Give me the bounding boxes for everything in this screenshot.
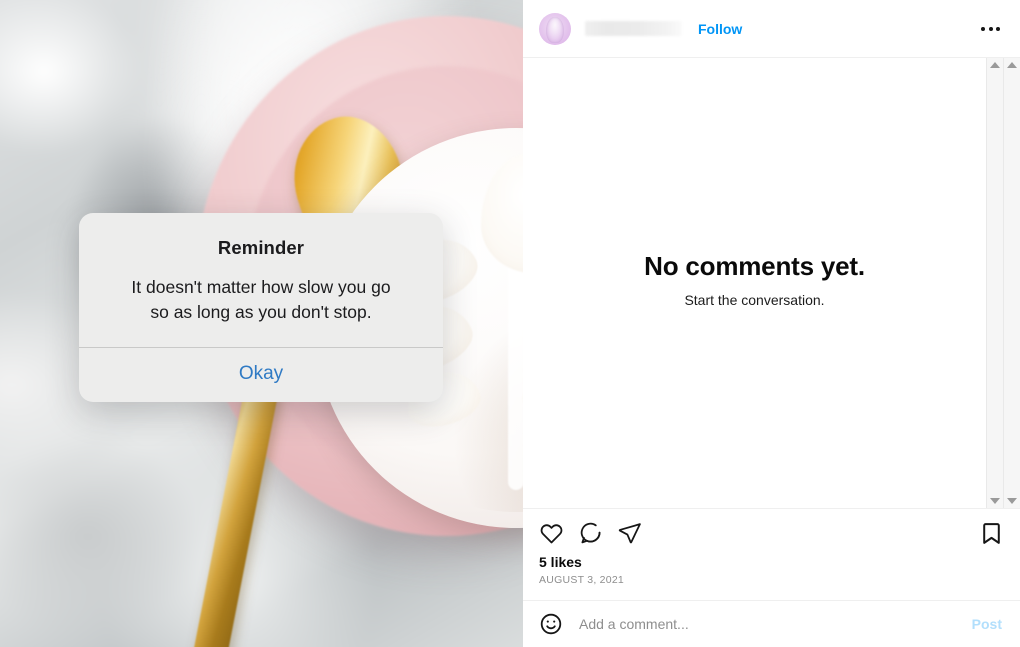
bookmark-icon: [983, 523, 1000, 544]
post-meta: 5 likes AUGUST 3, 2021: [523, 550, 1020, 600]
post-action-bar: [523, 509, 1020, 550]
comment-input[interactable]: [577, 615, 970, 633]
like-button[interactable]: [539, 521, 564, 546]
avatar-figure: [546, 16, 564, 43]
comment-button[interactable]: [578, 521, 603, 546]
post-media[interactable]: Reminder It doesn't matter how slow you …: [0, 0, 523, 647]
scroll-down-arrow-icon[interactable]: [990, 498, 1000, 504]
instagram-post-view: Reminder It doesn't matter how slow you …: [0, 0, 1020, 647]
comment-bubble-icon: [580, 522, 601, 544]
emoji-picker-button[interactable]: [539, 612, 563, 636]
comments-empty-state: No comments yet. Start the conversation.: [644, 251, 865, 308]
smiley-icon: [540, 613, 562, 635]
follow-button[interactable]: Follow: [698, 21, 742, 37]
comments-empty-subtitle: Start the conversation.: [684, 291, 825, 308]
dot: [996, 26, 1000, 31]
dot: [981, 26, 985, 31]
post-timestamp: AUGUST 3, 2021: [539, 574, 625, 586]
reminder-dialog-okay-button[interactable]: Okay: [79, 348, 443, 402]
reminder-dialog: Reminder It doesn't matter how slow you …: [79, 213, 443, 402]
share-button[interactable]: [617, 521, 642, 546]
paper-plane-icon: [618, 523, 641, 544]
comments-scrollbar[interactable]: [986, 58, 1003, 508]
reminder-dialog-message: It doesn't matter how slow you go so as …: [101, 275, 421, 325]
scroll-up-arrow-icon[interactable]: [990, 62, 1000, 68]
likes-count[interactable]: 5 likes: [539, 554, 1004, 570]
more-options-icon[interactable]: [975, 21, 1006, 37]
page-scrollbar[interactable]: [1003, 58, 1020, 508]
action-icons: [539, 521, 642, 546]
reminder-dialog-message-line-2: so as long as you don't stop.: [150, 302, 372, 322]
avatar[interactable]: [539, 12, 571, 45]
post-info-pane: Follow No comments yet. Start the conver…: [523, 0, 1020, 647]
save-button[interactable]: [979, 521, 1004, 546]
username-label[interactable]: [585, 21, 682, 36]
reminder-dialog-body: Reminder It doesn't matter how slow you …: [79, 213, 443, 347]
comment-composer: Post: [523, 600, 1020, 647]
comments-region: No comments yet. Start the conversation.: [523, 58, 1020, 509]
comments-empty-title: No comments yet.: [644, 250, 865, 281]
scroll-down-arrow-icon[interactable]: [1007, 498, 1017, 504]
post-header: Follow: [523, 0, 1020, 58]
reminder-dialog-message-line-1: It doesn't matter how slow you go: [131, 277, 391, 297]
reminder-dialog-title: Reminder: [217, 237, 305, 258]
dot: [988, 26, 993, 31]
comments-list: No comments yet. Start the conversation.: [523, 58, 986, 508]
post-comment-button[interactable]: Post: [970, 616, 1004, 632]
heart-icon: [540, 524, 563, 544]
scroll-up-arrow-icon[interactable]: [1007, 62, 1017, 68]
